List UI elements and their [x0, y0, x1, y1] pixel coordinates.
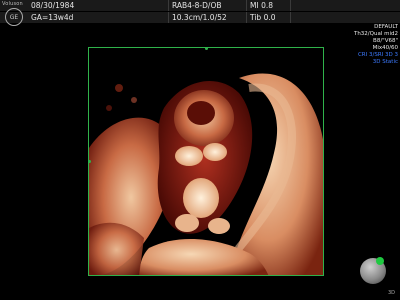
- ge-badge: GE: [5, 8, 23, 26]
- frame-marker-top: [205, 48, 208, 50]
- mechanical-index: MI 0.8: [246, 0, 290, 11]
- orientation-label: 3D: [388, 290, 396, 296]
- cri-sri-setting: CRI 3/SRI 3D 3: [357, 52, 398, 58]
- patient-date: 08/30/1984: [31, 1, 75, 10]
- logo-text: Voluson: [2, 1, 23, 7]
- header-row-2: GA=13w4d 10.3cm/1.0/52 Tib 0.0: [0, 12, 400, 23]
- fetal-3d-render: [89, 48, 323, 275]
- acquisition-settings-panel: DEFAULT Th32/Qual mid2 B8/"V68" Mix40/60…: [343, 24, 398, 66]
- voluson-logo: Voluson GE: [2, 1, 28, 27]
- gestational-age: GA=13w4d: [31, 13, 74, 22]
- header-empty-cell: [290, 12, 400, 23]
- thermal-index: Tib 0.0: [246, 12, 290, 23]
- quality-setting: Th32/Qual mid2: [353, 31, 398, 37]
- orientation-marker-icon: [376, 257, 384, 265]
- preset-label: DEFAULT: [374, 24, 398, 30]
- header-empty-cell: [290, 0, 400, 11]
- frame-marker-left: [89, 160, 91, 163]
- header-row-1: 08/30/1984 RAB4-8-D/OB MI 0.8: [0, 0, 400, 11]
- probe-label: RAB4-8-D/OB: [168, 0, 246, 11]
- depth-info: 10.3cm/1.0/52: [168, 12, 246, 23]
- render-viewport[interactable]: [88, 47, 324, 276]
- mode-label: 3D Static: [372, 59, 398, 65]
- mix-setting: Mix40/60: [372, 45, 398, 51]
- render-setting: B8/"V68": [373, 38, 398, 44]
